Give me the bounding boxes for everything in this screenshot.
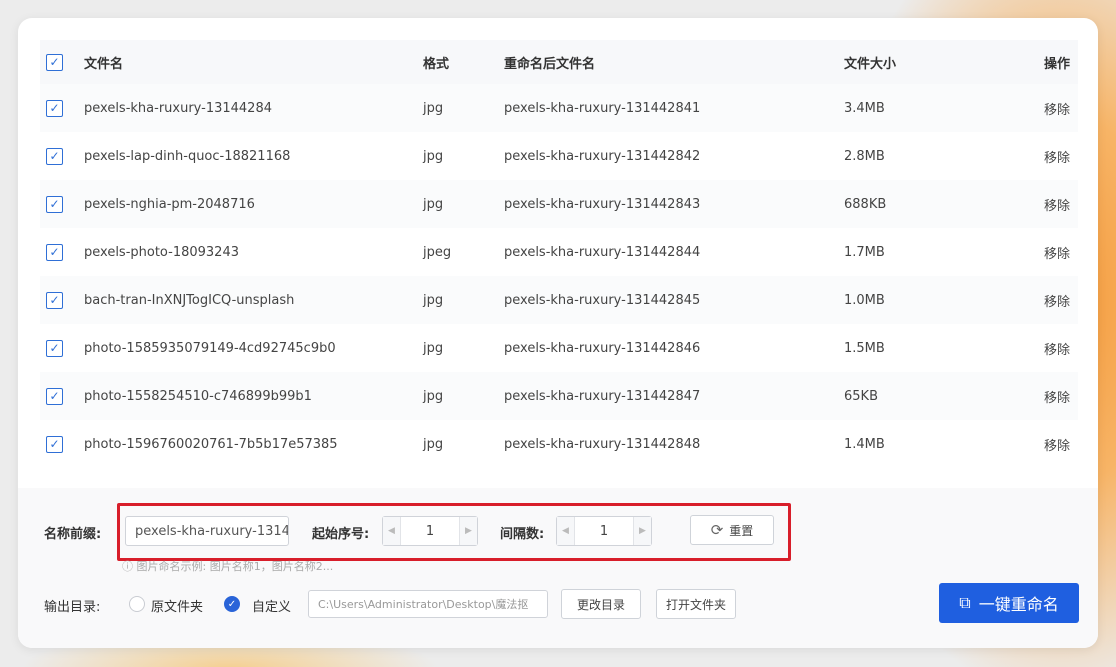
external-link-icon: ⧉ — [959, 593, 971, 612]
renamed-file-name: pexels-kha-ruxury-131442842 — [504, 148, 701, 164]
file-name: pexels-kha-ruxury-13144284 — [84, 100, 272, 116]
file-size: 1.4MB — [844, 436, 885, 452]
table-header: ✓ 文件名 格式 重命名后文件名 文件大小 操作 — [40, 40, 1078, 84]
info-icon: ⓘ — [122, 560, 133, 573]
row-checkbox[interactable]: ✓ — [46, 195, 63, 213]
renamed-file-name: pexels-kha-ruxury-131442846 — [504, 340, 701, 356]
open-folder-button[interactable]: 打开文件夹 — [656, 589, 736, 619]
file-format: jpg — [423, 436, 444, 452]
table-row: ✓ pexels-lap-dinh-quoc-18821168 jpg pexels-… — [40, 132, 1078, 180]
header-size: 文件大小 — [844, 56, 897, 72]
file-format: jpeg — [423, 244, 452, 260]
header-format: 格式 — [423, 56, 450, 72]
row-checkbox[interactable]: ✓ — [46, 243, 63, 261]
file-size: 1.0MB — [844, 292, 885, 308]
remove-link[interactable]: 移除 — [1044, 195, 1070, 214]
remove-link[interactable]: 移除 — [1044, 339, 1070, 358]
row-checkbox[interactable]: ✓ — [46, 147, 63, 165]
file-name: bach-tran-InXNJTogICQ-unsplash — [84, 292, 295, 308]
file-format: jpg — [423, 388, 444, 404]
row-checkbox[interactable]: ✓ — [46, 387, 63, 405]
remove-link[interactable]: 移除 — [1044, 291, 1070, 310]
table-row: ✓ photo-1585935079149-4cd92745c9b0 jpg pexe… — [40, 324, 1078, 372]
custom-folder-label[interactable]: 自定义 — [252, 596, 291, 615]
original-folder-label[interactable]: 原文件夹 — [151, 596, 203, 615]
rename-all-button[interactable]: ⧉ 一键重命名 — [939, 583, 1079, 623]
naming-hint-text: 图片命名示例: 图片名称1，图片名称2... — [136, 560, 334, 573]
file-name: pexels-nghia-pm-2048716 — [84, 196, 255, 212]
rename-all-label: 一键重命名 — [978, 595, 1059, 614]
remove-link[interactable]: 移除 — [1044, 435, 1070, 454]
file-format: jpg — [423, 340, 444, 356]
file-name: photo-1558254510-c746899b99b1 — [84, 388, 312, 404]
file-size: 2.8MB — [844, 148, 885, 164]
header-action: 操作 — [1044, 56, 1071, 72]
file-size: 1.5MB — [844, 340, 885, 356]
rename-panel: ✓ 文件名 格式 重命名后文件名 文件大小 操作 ✓ pexels-kha-rux… — [18, 18, 1098, 648]
file-name: photo-1596760020761-7b5b17e57385 — [84, 436, 338, 452]
file-name: pexels-lap-dinh-quoc-18821168 — [84, 148, 291, 164]
remove-link[interactable]: 移除 — [1044, 387, 1070, 406]
table-row: ✓ pexels-kha-ruxury-13144284 jpg pexels-kha… — [40, 84, 1078, 132]
file-size: 3.4MB — [844, 100, 885, 116]
radio-original-folder[interactable] — [129, 596, 145, 612]
table-row: ✓ bach-tran-InXNJTogICQ-unsplash jpg pexels… — [40, 276, 1078, 324]
prefix-label: 名称前缀: — [44, 527, 102, 542]
renamed-file-name: pexels-kha-ruxury-131442843 — [504, 196, 701, 212]
file-format: jpg — [423, 148, 444, 164]
file-name: pexels-photo-18093243 — [84, 244, 239, 260]
radio-custom-folder[interactable]: ✓ — [224, 596, 240, 612]
file-size: 688KB — [844, 196, 887, 212]
select-all-checkbox[interactable]: ✓ — [46, 53, 63, 71]
file-format: jpg — [423, 292, 444, 308]
renamed-file-name: pexels-kha-ruxury-131442844 — [504, 244, 701, 260]
renamed-file-name: pexels-kha-ruxury-131442847 — [504, 388, 701, 404]
file-name: photo-1585935079149-4cd92745c9b0 — [84, 340, 336, 356]
file-table: ✓ 文件名 格式 重命名后文件名 文件大小 操作 ✓ pexels-kha-rux… — [40, 40, 1078, 468]
table-row: ✓ photo-1558254510-c746899b99b1 jpg pexels-… — [40, 372, 1078, 420]
row-checkbox[interactable]: ✓ — [46, 99, 63, 117]
remove-link[interactable]: 移除 — [1044, 147, 1070, 166]
row-checkbox[interactable]: ✓ — [46, 435, 63, 453]
remove-link[interactable]: 移除 — [1044, 99, 1070, 118]
row-checkbox[interactable]: ✓ — [46, 291, 63, 309]
file-format: jpg — [423, 100, 444, 116]
output-dir-label: 输出目录: — [44, 600, 101, 615]
file-size: 1.7MB — [844, 244, 885, 260]
table-row: ✓ pexels-photo-18093243 jpeg pexels-kha-rux… — [40, 228, 1078, 276]
row-checkbox[interactable]: ✓ — [46, 339, 63, 357]
file-format: jpg — [423, 196, 444, 212]
renamed-file-name: pexels-kha-ruxury-131442848 — [504, 436, 701, 452]
header-name: 文件名 — [84, 56, 124, 72]
header-renamed: 重命名后文件名 — [504, 56, 596, 72]
change-dir-button[interactable]: 更改目录 — [561, 589, 641, 619]
naming-hint: ⓘ 图片命名示例: 图片名称1，图片名称2... — [122, 558, 333, 574]
remove-link[interactable]: 移除 — [1044, 243, 1070, 262]
table-row: ✓ pexels-nghia-pm-2048716 jpg pexels-kha-ru… — [40, 180, 1078, 228]
renamed-file-name: pexels-kha-ruxury-131442841 — [504, 100, 701, 116]
output-path-input[interactable]: C:\Users\Administrator\Desktop\魔法抠 — [308, 590, 548, 618]
table-row: ✓ photo-1596760020761-7b5b17e57385 jpg pexe… — [40, 420, 1078, 468]
file-size: 65KB — [844, 388, 878, 404]
highlight-box — [117, 503, 791, 561]
renamed-file-name: pexels-kha-ruxury-131442845 — [504, 292, 701, 308]
